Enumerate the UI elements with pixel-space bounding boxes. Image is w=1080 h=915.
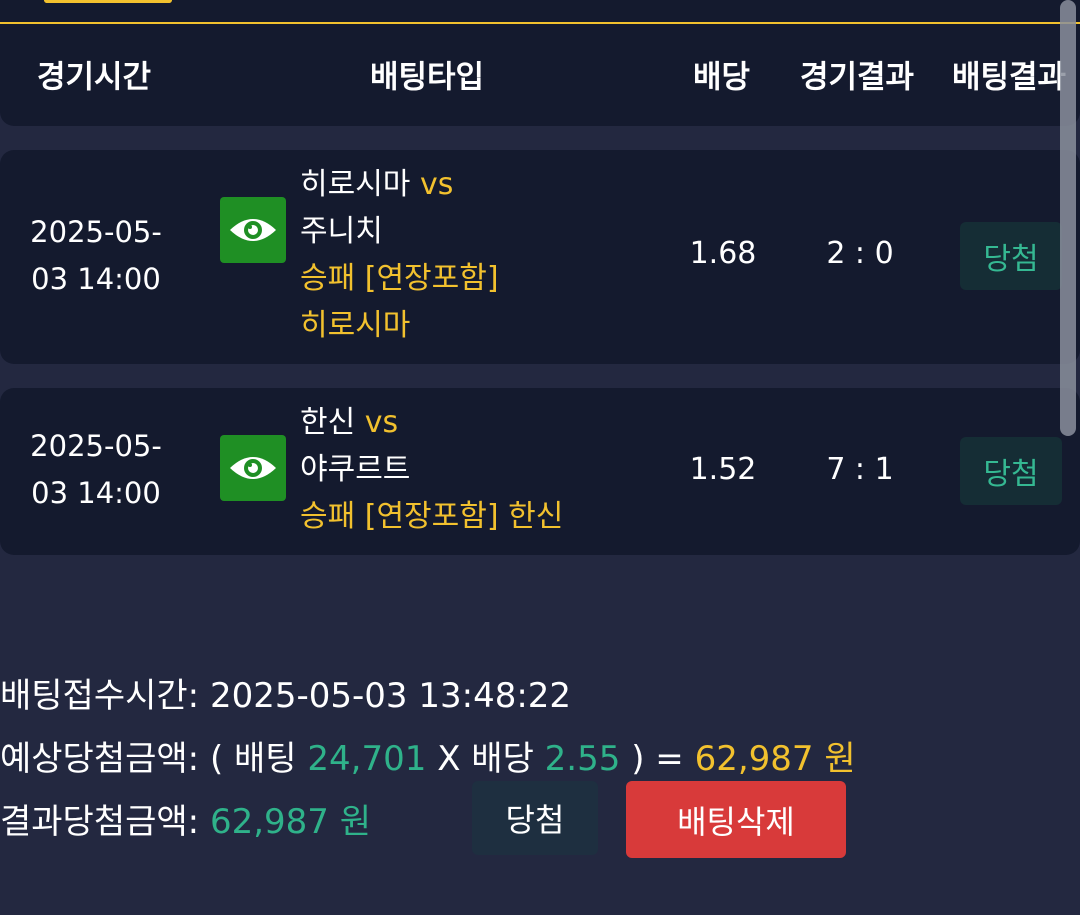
expected-amount-label: 예상당첨금액: — [0, 739, 200, 779]
stake-prefix: ( 배팅 — [209, 739, 297, 779]
accept-time-label: 배팅접수시간: — [0, 676, 200, 716]
game-time-line2: 03 14:00 — [31, 262, 161, 296]
bet-market: 승패 [연장포함] — [300, 261, 499, 296]
eye-icon — [230, 457, 276, 479]
bet-result-badge: 당첨 — [960, 222, 1062, 290]
game-time-line2: 03 14:00 — [31, 476, 161, 510]
expected-amount-line: 예상당첨금액: ( 배팅 24,701 X 배당 2.55 ) = 62,987… — [0, 731, 856, 780]
header-game-result: 경기결과 — [800, 59, 915, 96]
header-game-time: 경기시간 — [37, 59, 152, 96]
bet-market: 승패 [연장포함] — [300, 499, 499, 534]
game-time-line1: 2025-05- — [30, 215, 162, 249]
bet-result-badge: 당첨 — [960, 437, 1062, 505]
game-time: 2025-05- 03 14:00 — [16, 423, 176, 517]
view-match-button[interactable] — [220, 197, 286, 263]
stake-value: 24,701 — [307, 739, 427, 779]
home-team: 히로시마 — [300, 167, 411, 202]
bet-pick: 한신 — [508, 499, 564, 534]
bet-type-info: 한신 vs 야쿠르트 승패 [연장포함] 한신 — [300, 399, 563, 540]
bet-type-info: 히로시마 vs 주니치 승패 [연장포함] 히로시마 — [300, 161, 499, 349]
result-amount-line: 결과당첨금액: 62,987 원 — [0, 794, 371, 843]
top-tab-edge — [44, 0, 172, 3]
home-team: 한신 — [300, 405, 356, 440]
total-odds-value: 2.55 — [544, 739, 621, 779]
header-bet-result: 배팅결과 — [952, 59, 1067, 96]
accept-time-line: 배팅접수시간: 2025-05-03 13:48:22 — [0, 668, 571, 717]
view-match-button[interactable] — [220, 435, 286, 501]
result-amount-value: 62,987 원 — [209, 802, 372, 842]
scrollbar[interactable] — [1060, 0, 1076, 436]
win-status-button[interactable]: 당첨 — [472, 781, 598, 855]
vs-label: vs — [419, 167, 454, 202]
expected-amount-value: 62,987 원 — [694, 739, 856, 779]
away-team: 주니치 — [300, 214, 383, 249]
game-time: 2025-05- 03 14:00 — [16, 209, 176, 303]
accept-time-value: 2025-05-03 13:48:22 — [209, 676, 572, 716]
bet-row: 2025-05- 03 14:00 히로시마 vs 주니치 승패 [연장포함] … — [0, 150, 1080, 364]
odds-value: 1.52 — [689, 452, 757, 487]
eye-icon — [230, 219, 276, 241]
odds-prefix: X 배당 — [437, 739, 534, 779]
vs-label: vs — [364, 405, 399, 440]
bet-pick: 히로시마 — [300, 308, 411, 343]
away-team: 야쿠르트 — [300, 452, 411, 487]
header-odds: 배당 — [693, 59, 751, 96]
delete-bet-button[interactable]: 배팅삭제 — [626, 781, 846, 858]
game-score: 7 : 1 — [826, 452, 894, 487]
game-time-line1: 2025-05- — [30, 429, 162, 463]
table-header: 경기시간 배팅타입 배당 경기결과 배팅결과 — [0, 24, 1080, 126]
bet-row: 2025-05- 03 14:00 한신 vs 야쿠르트 승패 [연장포함] 한… — [0, 388, 1080, 555]
equals-sign: ) = — [631, 739, 684, 779]
top-bar — [0, 0, 1080, 22]
game-score: 2 : 0 — [826, 236, 894, 271]
header-bet-type: 배팅타입 — [370, 59, 485, 96]
result-amount-label: 결과당첨금액: — [0, 802, 200, 842]
odds-value: 1.68 — [689, 236, 757, 271]
